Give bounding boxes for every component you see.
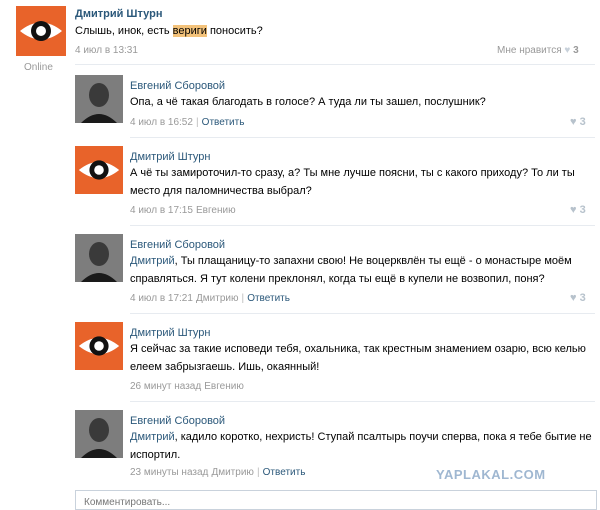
divider bbox=[130, 401, 595, 402]
comment-text-line: Опа, а чё такая благодать в голосе? А ту… bbox=[130, 96, 486, 108]
comment-time[interactable]: 4 июл в 17:15 bbox=[130, 205, 193, 216]
comment-author[interactable]: Дмитрий Штурн bbox=[130, 151, 210, 163]
reply-button[interactable]: Ответить bbox=[263, 467, 306, 478]
comment-text-line: Дмитрий, кадило коротко, нехристь! Ступа… bbox=[130, 431, 592, 443]
commenter-avatar[interactable] bbox=[75, 234, 123, 282]
reply-button[interactable]: Ответить bbox=[247, 293, 290, 304]
comment-meta: 26 минут назад Евгению bbox=[130, 380, 244, 392]
divider bbox=[130, 225, 595, 226]
comment-meta: 4 июл в 17:15 Евгению bbox=[130, 204, 236, 216]
post-author-name[interactable]: Дмитрий Штурн bbox=[75, 8, 162, 20]
highlighted-word: вериги bbox=[172, 25, 207, 37]
comment-meta: 23 минуты назад Дмитрию | Ответить bbox=[130, 467, 306, 478]
comment-meta: 4 июл в 16:52 | Ответить bbox=[130, 117, 245, 128]
commenter-avatar[interactable] bbox=[75, 75, 123, 123]
divider bbox=[130, 137, 595, 138]
comment-text-line: Дмитрий, Ты плащаницу-то запахни свою! Н… bbox=[130, 255, 572, 267]
reply-button[interactable]: Ответить bbox=[202, 117, 245, 128]
commenter-avatar[interactable] bbox=[75, 146, 123, 194]
post-author-avatar[interactable] bbox=[16, 6, 66, 56]
post-time[interactable]: 4 июл в 13:31 bbox=[75, 45, 138, 56]
eye-logo-icon bbox=[20, 21, 62, 41]
person-photo-icon bbox=[75, 75, 123, 123]
comment-text-line: Я сейчас за такие исповеди тебя, охальни… bbox=[130, 343, 586, 355]
comment-input[interactable]: Комментировать... bbox=[75, 490, 597, 510]
comment-author[interactable]: Дмитрий Штурн bbox=[130, 327, 210, 339]
comment-text-line: А чё ты замироточил-то сразу, а? Ты мне … bbox=[130, 167, 575, 179]
comment-likes[interactable]: ♥ 3 bbox=[570, 116, 586, 128]
reply-to[interactable]: Евгению bbox=[204, 381, 244, 392]
like-button[interactable]: Мне нравится ♥ 3 bbox=[497, 45, 579, 56]
comment-likes[interactable]: ♥ 3 bbox=[570, 204, 586, 216]
addressee-link[interactable]: Дмитрий bbox=[130, 431, 175, 443]
post: Online Дмитрий Штурн Слышь, инок, есть в… bbox=[0, 0, 600, 73]
comment-author[interactable]: Евгений Сборовой bbox=[130, 239, 225, 251]
commenter-avatar[interactable] bbox=[75, 410, 123, 458]
post-text: Слышь, инок, есть вериги поносить? bbox=[75, 25, 263, 37]
heart-icon: ♥ bbox=[570, 292, 577, 304]
comment-item: Евгений Сборовой Дмитрий, Ты плащаницу-т… bbox=[0, 228, 600, 314]
person-photo-icon bbox=[75, 410, 123, 458]
addressee-link[interactable]: Дмитрий bbox=[130, 255, 175, 267]
watermark-logo: YAPLAKAL.COM bbox=[436, 467, 546, 482]
comment-text-line: справляться. Я тут колени преклонял, ког… bbox=[130, 273, 545, 285]
comment-item: Дмитрий Штурн А чё ты замироточил-то сра… bbox=[0, 140, 600, 226]
comment-author[interactable]: Евгений Сборовой bbox=[130, 415, 225, 427]
comment-item: Дмитрий Штурн Я сейчас за такие исповеди… bbox=[0, 316, 600, 402]
comment-meta: 4 июл в 17:21 Дмитрию | Ответить bbox=[130, 293, 290, 304]
reply-to[interactable]: Дмитрию bbox=[211, 467, 253, 478]
comment-time[interactable]: 23 минуты назад bbox=[130, 467, 208, 478]
commenter-avatar[interactable] bbox=[75, 322, 123, 370]
divider bbox=[130, 313, 595, 314]
reply-to[interactable]: Евгению bbox=[196, 205, 236, 216]
person-photo-icon bbox=[75, 234, 123, 282]
comment-text-line: место для паломничества выбрал? bbox=[130, 185, 312, 197]
heart-icon: ♥ bbox=[570, 204, 577, 216]
comment-input-placeholder: Комментировать... bbox=[84, 497, 171, 508]
comment-time[interactable]: 4 июл в 16:52 bbox=[130, 117, 193, 128]
comment-likes[interactable]: ♥ 3 bbox=[570, 292, 586, 304]
comment-text-line: елеем забрызгаешь. Ишь, окаянный! bbox=[130, 361, 320, 373]
heart-icon: ♥ bbox=[570, 116, 577, 128]
divider bbox=[75, 64, 595, 65]
comment-text-line: испортил. bbox=[130, 449, 181, 461]
heart-icon: ♥ bbox=[564, 45, 571, 56]
comment-time[interactable]: 26 минут назад bbox=[130, 381, 201, 392]
comment-time[interactable]: 4 июл в 17:21 bbox=[130, 293, 193, 304]
eye-logo-icon bbox=[78, 336, 120, 356]
comment-author[interactable]: Евгений Сборовой bbox=[130, 80, 225, 92]
reply-to[interactable]: Дмитрию bbox=[196, 293, 238, 304]
comment-item: Евгений Сборовой Опа, а чё такая благода… bbox=[0, 70, 600, 136]
eye-logo-icon bbox=[78, 160, 120, 180]
